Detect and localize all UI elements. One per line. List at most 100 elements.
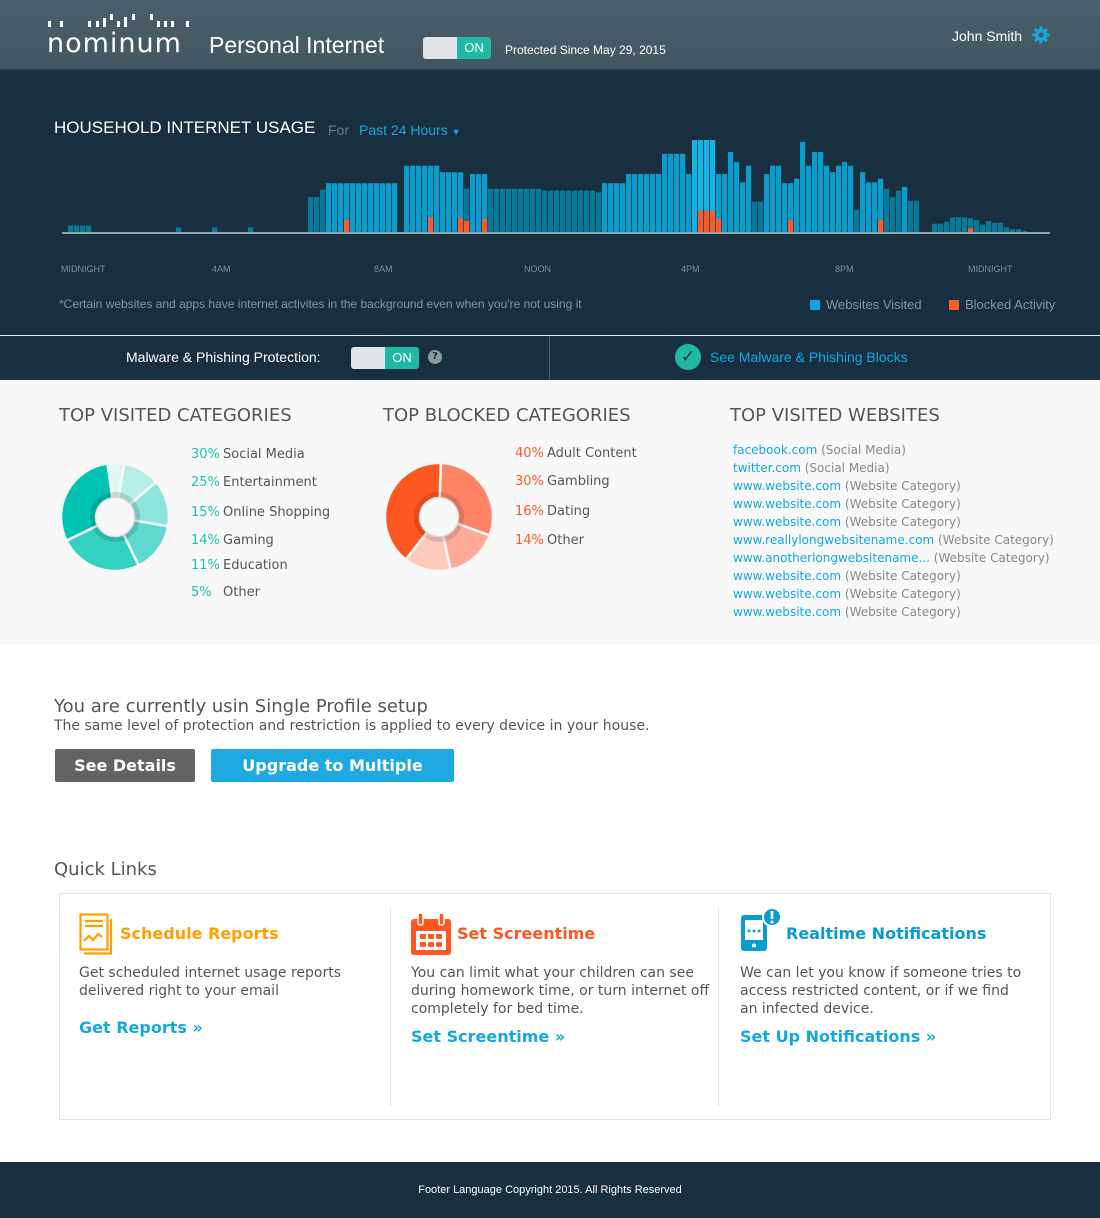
website-category: (Website Category) xyxy=(844,587,961,601)
legend-swatch xyxy=(949,299,959,310)
usage-bar xyxy=(602,183,608,232)
app-title: Personal Internet xyxy=(209,32,385,58)
protection-bar: Malware & Phishing Protection: ON ? ✓ Se… xyxy=(0,336,1100,380)
usage-bar xyxy=(848,165,854,232)
website-category: (Website Category) xyxy=(844,497,961,511)
usage-bar xyxy=(362,183,368,232)
usage-bar xyxy=(674,153,680,232)
range-value: Past 24 Hours xyxy=(359,122,448,138)
category-pct: 25% xyxy=(191,475,220,490)
legend-label: Blocked Activity xyxy=(965,297,1056,312)
website-link[interactable]: www.website.com xyxy=(733,479,841,493)
quick-link-notifications: Realtime Notifications We can let you kn… xyxy=(740,894,1040,1119)
usage-bar xyxy=(866,182,872,232)
usage-bar xyxy=(86,225,92,232)
quick-link-title: Schedule Reports xyxy=(120,924,279,943)
usage-bar xyxy=(758,201,764,232)
usage-bar xyxy=(632,174,638,232)
header: nominum Personal Internet ON Protected S… xyxy=(0,0,1100,71)
donut-hole-shadow xyxy=(90,492,140,542)
category-label: Adult Content xyxy=(547,446,637,461)
blocked-bar xyxy=(458,218,464,232)
usage-bar xyxy=(494,188,500,232)
x-tick-label: MIDNIGHT xyxy=(61,264,106,274)
visited-donut xyxy=(59,461,171,573)
get-reports-link[interactable]: Get Reports » xyxy=(79,1018,203,1037)
website-link[interactable]: www.anotherlongwebsitename... xyxy=(733,551,930,565)
website-item: facebook.com (Social Media) xyxy=(733,441,1054,459)
usage-bar xyxy=(830,172,836,232)
category-label: Social Media xyxy=(223,447,305,462)
usage-bar xyxy=(932,223,938,232)
website-link[interactable]: www.website.com xyxy=(733,569,841,583)
usage-bar xyxy=(356,183,362,232)
check-circle-icon: ✓ xyxy=(675,344,701,370)
usage-bar xyxy=(326,183,332,232)
usage-bar xyxy=(950,217,956,232)
usage-panel: HOUSEHOLD INTERNET USAGE For Past 24 Hou… xyxy=(0,71,1100,335)
see-details-button[interactable]: See Details xyxy=(55,749,195,782)
protection-toggle[interactable]: ON xyxy=(423,37,491,59)
usage-bar xyxy=(308,197,314,232)
website-link[interactable]: facebook.com xyxy=(733,443,817,457)
usage-bar xyxy=(212,227,218,232)
legend-websites: Websites Visited xyxy=(810,297,922,312)
usage-bar xyxy=(854,209,860,232)
top-websites-title: TOP VISITED WEBSITES xyxy=(730,405,940,426)
usage-bar xyxy=(590,190,596,232)
usage-bar xyxy=(392,183,398,232)
usage-bar xyxy=(770,165,776,232)
usage-bar xyxy=(470,174,476,232)
usage-bar xyxy=(596,192,602,232)
usage-bar xyxy=(764,174,770,232)
gear-icon[interactable] xyxy=(1032,26,1050,44)
website-link[interactable]: www.website.com xyxy=(733,515,841,529)
website-link[interactable]: www.website.com xyxy=(733,587,841,601)
website-item: www.reallylongwebsitename.com (Website C… xyxy=(733,531,1054,549)
donut-slice xyxy=(59,462,114,543)
website-link[interactable]: www.website.com xyxy=(733,605,841,619)
website-item: twitter.com (Social Media) xyxy=(733,459,1054,477)
usage-bar xyxy=(722,174,728,232)
usage-bar xyxy=(380,183,386,232)
malware-toggle[interactable]: ON xyxy=(351,347,419,369)
set-screentime-link[interactable]: Set Screentime » xyxy=(411,1027,565,1046)
range-dropdown[interactable]: Past 24 Hours ▼ xyxy=(359,122,461,138)
set-up-notifications-link[interactable]: Set Up Notifications » xyxy=(740,1027,936,1046)
category-pct: 14% xyxy=(191,533,220,548)
blocked-bar xyxy=(698,210,704,232)
category-label: Gambling xyxy=(547,474,610,489)
category-item: 40% Adult Content xyxy=(515,446,637,461)
usage-bar xyxy=(74,225,80,232)
usage-bar xyxy=(776,165,782,232)
usage-bar xyxy=(860,172,866,232)
usage-bar xyxy=(500,188,506,232)
website-link[interactable]: www.reallylongwebsitename.com xyxy=(733,533,934,547)
usage-bar xyxy=(320,189,326,232)
toggle-knob xyxy=(423,37,457,59)
usage-title: HOUSEHOLD INTERNET USAGE xyxy=(54,118,316,137)
help-icon[interactable]: ? xyxy=(428,350,442,364)
category-pct: 5% xyxy=(191,585,212,600)
top-websites-list: facebook.com (Social Media) twitter.com (… xyxy=(733,441,1054,621)
category-item: 30% Gambling xyxy=(515,474,610,489)
toggle-state: ON xyxy=(385,347,419,369)
usage-bar xyxy=(176,227,182,232)
see-blocks-link[interactable]: See Malware & Phishing Blocks xyxy=(710,349,908,365)
upgrade-button[interactable]: Upgrade to Multiple profiles xyxy=(211,749,454,808)
logo: nominum xyxy=(47,28,182,59)
usage-bar xyxy=(422,165,428,232)
website-link[interactable]: www.website.com xyxy=(733,497,841,511)
usage-bar xyxy=(752,201,758,232)
usage-bar xyxy=(410,165,416,232)
visited-categories-title: TOP VISITED CATEGORIES xyxy=(59,405,292,426)
category-label: Entertainment xyxy=(223,475,317,490)
usage-bar xyxy=(896,190,902,232)
website-item: www.website.com (Website Category) xyxy=(733,513,1054,531)
user-name[interactable]: John Smith xyxy=(952,28,1022,44)
website-item: www.website.com (Website Category) xyxy=(733,603,1054,621)
usage-bar xyxy=(884,188,890,232)
usage-bar xyxy=(872,182,878,232)
website-link[interactable]: twitter.com xyxy=(733,461,801,475)
divider xyxy=(549,336,550,380)
